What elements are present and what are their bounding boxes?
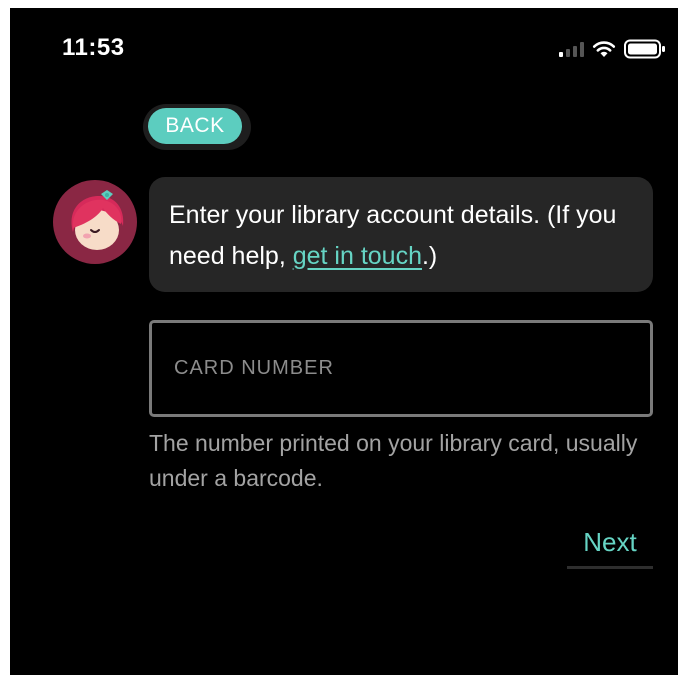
back-button-wrapper: BACK — [143, 104, 251, 150]
message-bubble: Enter your library account details. (If … — [149, 177, 653, 292]
status-icons — [559, 38, 666, 60]
back-button[interactable]: BACK — [148, 108, 242, 144]
card-number-hint: The number printed on your library card,… — [149, 430, 638, 491]
next-button-underline — [567, 566, 653, 569]
get-in-touch-link[interactable]: get in touch — [293, 242, 422, 270]
message-text-end: .) — [421, 242, 438, 270]
battery-icon — [624, 39, 665, 59]
next-button[interactable]: Next — [567, 520, 653, 570]
cellular-signal-icon — [559, 41, 584, 57]
app-screen: 11:53 BACK Enter your library account de… — [10, 8, 678, 675]
card-number-input[interactable] — [149, 320, 653, 417]
status-time: 11:53 — [62, 34, 125, 61]
librarian-avatar-icon — [53, 180, 137, 264]
wifi-icon — [592, 41, 616, 57]
